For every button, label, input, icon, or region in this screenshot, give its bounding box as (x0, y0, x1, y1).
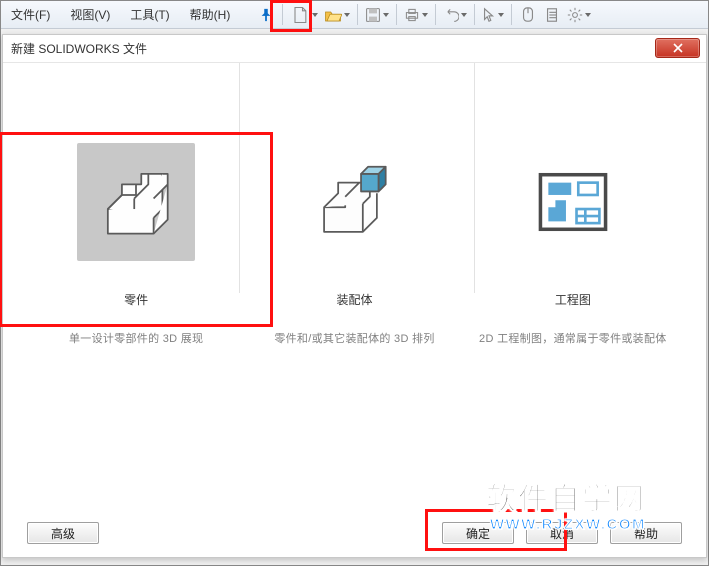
chevron-down-icon (585, 13, 591, 17)
dialog-footer: 高级 确定 取消 帮助 (3, 509, 706, 557)
undo-button[interactable] (440, 1, 470, 28)
help-button[interactable]: 帮助 (610, 522, 682, 544)
option-part-thumbnail (77, 143, 195, 261)
open-button[interactable] (321, 1, 353, 28)
option-part-desc: 单一设计零部件的 3D 展现 (69, 330, 203, 346)
option-assembly[interactable]: 装配体 零件和/或其它装配体的 3D 排列 (245, 143, 463, 557)
option-assembly-label: 装配体 (336, 291, 372, 308)
option-drawing-desc: 2D 工程制图，通常属于零件或装配体 (479, 330, 667, 346)
new-document-dialog: 新建 SOLIDWORKS 文件 (2, 34, 707, 558)
dialog-titlebar: 新建 SOLIDWORKS 文件 (3, 35, 706, 63)
option-part[interactable]: 零件 单一设计零部件的 3D 展现 (27, 143, 245, 557)
option-drawing-label: 工程图 (555, 291, 591, 308)
menu-file[interactable]: 文件(F) (1, 1, 60, 28)
print-button[interactable] (401, 1, 431, 28)
close-icon (672, 43, 684, 53)
part-icon (92, 158, 180, 246)
save-button[interactable] (362, 1, 392, 28)
menu-tools[interactable]: 工具(T) (120, 1, 179, 28)
chevron-down-icon (383, 13, 389, 17)
cancel-button[interactable]: 取消 (526, 522, 598, 544)
options-sheet-button[interactable] (540, 1, 564, 28)
menubar: 文件(F) 视图(V) 工具(T) 帮助(H) (1, 1, 708, 29)
option-part-label: 零件 (124, 291, 148, 308)
new-document-button[interactable] (287, 1, 321, 28)
chevron-down-icon (312, 13, 318, 17)
option-assembly-thumbnail (295, 143, 413, 261)
dialog-close-button[interactable] (655, 38, 700, 58)
rebuild-button[interactable] (516, 1, 540, 28)
ok-button[interactable]: 确定 (442, 522, 514, 544)
pin-toolbar-button[interactable] (254, 1, 278, 28)
chevron-down-icon (344, 13, 350, 17)
menu-help[interactable]: 帮助(H) (180, 1, 241, 28)
chevron-down-icon (461, 13, 467, 17)
drawing-icon (529, 158, 617, 246)
assembly-icon (310, 158, 398, 246)
option-assembly-desc: 零件和/或其它装配体的 3D 排列 (274, 330, 434, 346)
chevron-down-icon (422, 13, 428, 17)
advanced-button[interactable]: 高级 (27, 522, 99, 544)
option-drawing[interactable]: 工程图 2D 工程制图，通常属于零件或装配体 (464, 143, 682, 557)
dialog-title: 新建 SOLIDWORKS 文件 (11, 40, 147, 57)
chevron-down-icon (498, 13, 504, 17)
dialog-body: 零件 单一设计零部件的 3D 展现 (3, 63, 706, 557)
option-drawing-thumbnail (514, 143, 632, 261)
settings-button[interactable] (564, 1, 594, 28)
menu-view[interactable]: 视图(V) (60, 1, 120, 28)
select-cursor-button[interactable] (479, 1, 507, 28)
